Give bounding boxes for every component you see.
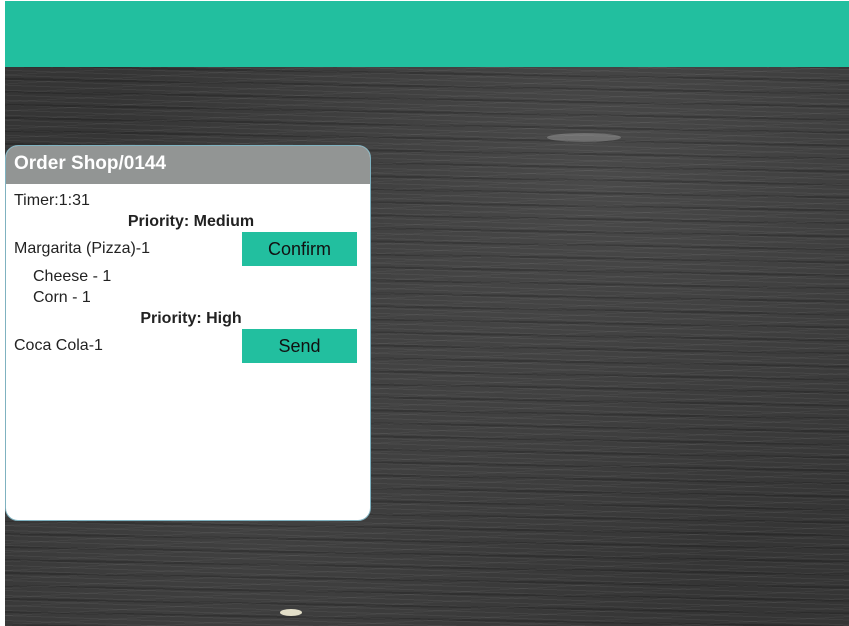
- top-bar: [5, 1, 849, 67]
- chalk-smudge: [547, 133, 621, 142]
- confirm-button[interactable]: Confirm: [242, 232, 357, 266]
- send-button[interactable]: Send: [242, 329, 357, 363]
- priority-label-medium: Priority: Medium: [127, 213, 255, 230]
- topping-item: Corn - 1: [33, 289, 91, 306]
- topping-item: Cheese - 1: [33, 268, 112, 285]
- order-card: Order Shop/0144 Timer:1:31 Priority: Med…: [5, 145, 371, 521]
- order-item-name: Margarita (Pizza)-1: [14, 240, 151, 257]
- page: Order Shop/0144 Timer:1:31 Priority: Med…: [0, 0, 849, 626]
- priority-label-high: Priority: High: [140, 310, 242, 327]
- chalk-speck: [280, 609, 302, 616]
- order-body: Timer:1:31 Priority: Medium Margarita (P…: [6, 184, 370, 363]
- order-item-row: Coca Cola-1 Send: [14, 329, 362, 363]
- order-title: Order Shop/0144: [6, 146, 370, 184]
- order-timer: Timer:1:31: [14, 192, 90, 209]
- order-item-row: Margarita (Pizza)-1 Confirm: [14, 232, 362, 266]
- order-item-name: Coca Cola-1: [14, 337, 103, 354]
